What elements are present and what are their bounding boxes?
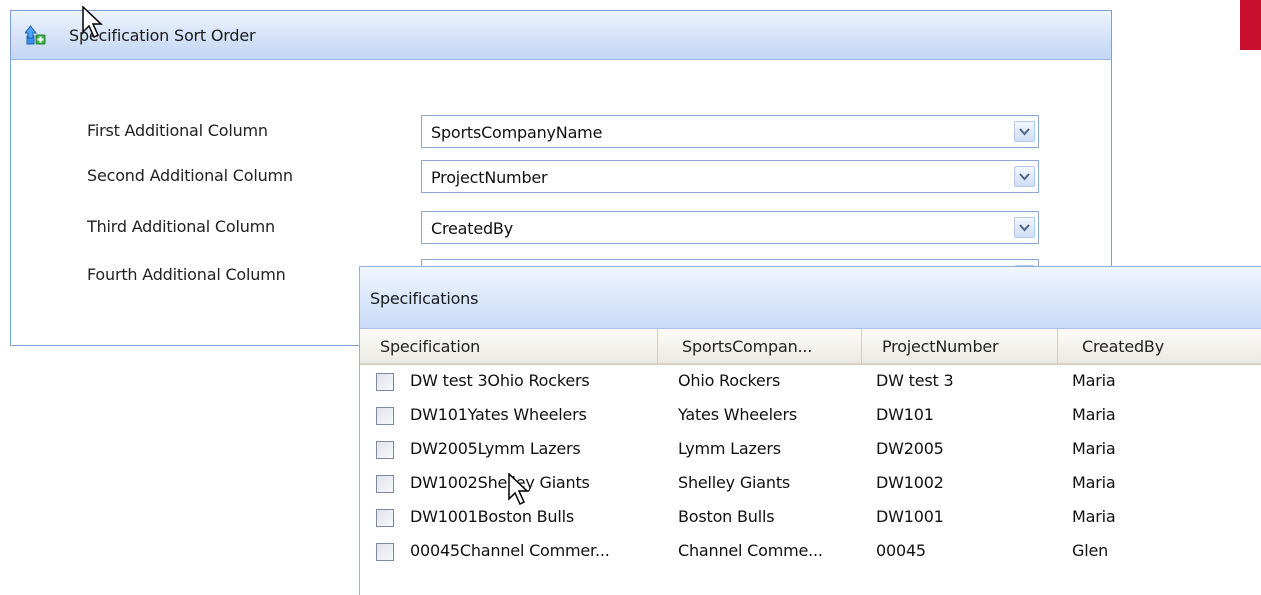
- specifications-header: Specifications: [360, 267, 1261, 329]
- cell-created-by: Maria: [1072, 507, 1116, 526]
- cell-sports-company: Yates Wheelers: [678, 405, 797, 424]
- third-column-label: Third Additional Column: [87, 217, 275, 236]
- chevron-down-icon[interactable]: [1014, 121, 1035, 142]
- cell-specification: DW test 3Ohio Rockers: [410, 371, 590, 390]
- sort-row-second: Second Additional Column ProjectNumber: [11, 160, 1111, 194]
- row-checkbox[interactable]: [376, 373, 394, 391]
- cell-created-by: Maria: [1072, 405, 1116, 424]
- cell-created-by: Glen: [1072, 541, 1109, 560]
- first-column-value: SportsCompanyName: [431, 123, 603, 142]
- table-row[interactable]: DW1002Shelley Giants Shelley Giants DW10…: [360, 467, 1261, 501]
- specifications-window: Specifications Specification SportsCompa…: [359, 266, 1261, 595]
- cell-specification: DW101Yates Wheelers: [410, 405, 587, 424]
- third-column-value: CreatedBy: [431, 219, 513, 238]
- table-row[interactable]: 00045Channel Commer... Channel Comme... …: [360, 535, 1261, 569]
- column-header-created-by[interactable]: CreatedBy: [1058, 329, 1261, 363]
- sort-order-header: Specification Sort Order: [11, 11, 1111, 60]
- table-row[interactable]: DW2005Lymm Lazers Lymm Lazers DW2005 Mar…: [360, 433, 1261, 467]
- second-column-label: Second Additional Column: [87, 166, 293, 185]
- cell-sports-company: Lymm Lazers: [678, 439, 781, 458]
- chevron-down-icon[interactable]: [1014, 217, 1035, 238]
- row-checkbox[interactable]: [376, 441, 394, 459]
- cell-created-by: Maria: [1072, 439, 1116, 458]
- cell-sports-company: Channel Comme...: [678, 541, 823, 560]
- grid-header: Specification SportsCompan... ProjectNum…: [360, 329, 1261, 365]
- cell-sports-company: Ohio Rockers: [678, 371, 781, 390]
- sort-order-title: Specification Sort Order: [69, 25, 256, 45]
- column-header-sports-company[interactable]: SportsCompan...: [658, 329, 862, 363]
- third-column-select[interactable]: CreatedBy: [421, 211, 1039, 244]
- cell-specification: DW1002Shelley Giants: [410, 473, 590, 492]
- row-checkbox[interactable]: [376, 543, 394, 561]
- cell-project-number: DW1002: [876, 473, 944, 492]
- row-checkbox[interactable]: [376, 475, 394, 493]
- chevron-down-icon[interactable]: [1014, 166, 1035, 187]
- cell-created-by: Maria: [1072, 371, 1116, 390]
- cell-specification: DW1001Boston Bulls: [410, 507, 574, 526]
- table-row[interactable]: DW test 3Ohio Rockers Ohio Rockers DW te…: [360, 365, 1261, 399]
- cell-project-number: DW test 3: [876, 371, 954, 390]
- cell-created-by: Maria: [1072, 473, 1116, 492]
- sort-row-first: First Additional Column SportsCompanyNam…: [11, 115, 1111, 149]
- table-row[interactable]: DW101Yates Wheelers Yates Wheelers DW101…: [360, 399, 1261, 433]
- cell-project-number: 00045: [876, 541, 926, 560]
- cell-project-number: DW1001: [876, 507, 944, 526]
- table-row[interactable]: DW1001Boston Bulls Boston Bulls DW1001 M…: [360, 501, 1261, 535]
- upload-arrow-icon: [23, 24, 47, 46]
- cell-project-number: DW2005: [876, 439, 944, 458]
- fourth-column-label: Fourth Additional Column: [87, 265, 286, 284]
- row-checkbox[interactable]: [376, 407, 394, 425]
- first-column-label: First Additional Column: [87, 121, 268, 140]
- cell-project-number: DW101: [876, 405, 934, 424]
- cell-specification: 00045Channel Commer...: [410, 541, 610, 560]
- sort-row-third: Third Additional Column CreatedBy: [11, 211, 1111, 245]
- first-column-select[interactable]: SportsCompanyName: [421, 115, 1039, 148]
- cell-sports-company: Shelley Giants: [678, 473, 791, 492]
- second-column-select[interactable]: ProjectNumber: [421, 160, 1039, 193]
- row-checkbox[interactable]: [376, 509, 394, 527]
- column-header-project-number[interactable]: ProjectNumber: [862, 329, 1058, 363]
- brand-accent-bar: [1240, 0, 1261, 50]
- second-column-value: ProjectNumber: [431, 168, 548, 187]
- cell-specification: DW2005Lymm Lazers: [410, 439, 581, 458]
- cell-sports-company: Boston Bulls: [678, 507, 775, 526]
- specifications-title: Specifications: [370, 289, 479, 308]
- column-header-specification[interactable]: Specification: [360, 329, 658, 363]
